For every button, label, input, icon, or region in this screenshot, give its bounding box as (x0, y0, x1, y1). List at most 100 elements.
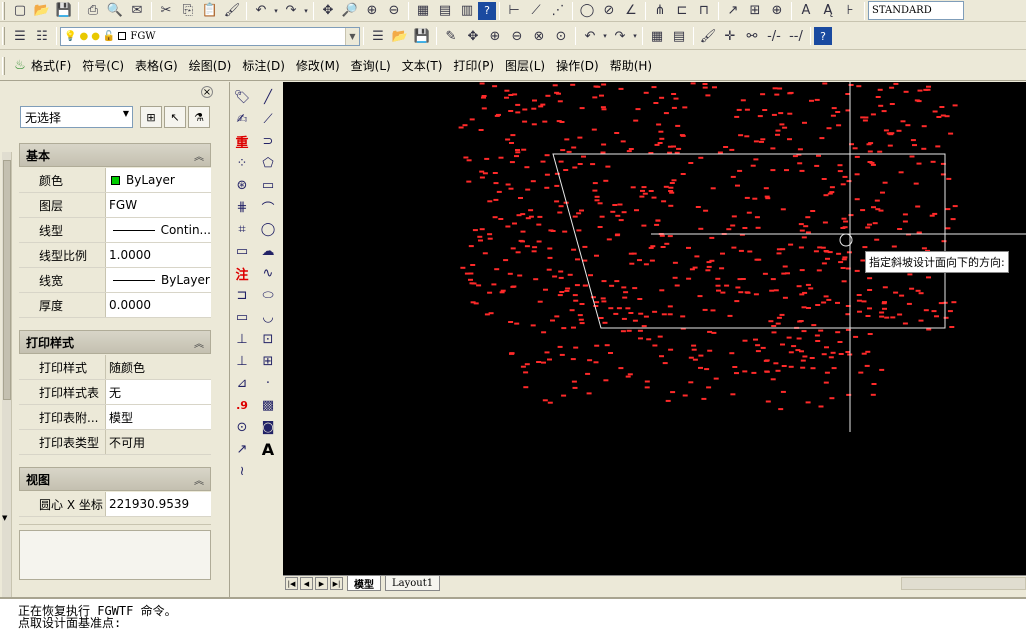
tool-palette-icon[interactable]: ▥ (456, 1, 478, 21)
drawing-canvas[interactable]: 指定斜坡设计面向下的方向: (283, 82, 1026, 575)
menu-operation[interactable]: 操作(D) (556, 57, 599, 74)
trim-icon[interactable]: -/- (763, 26, 785, 46)
layer-previous-icon[interactable]: ☷ (31, 26, 53, 46)
close-icon[interactable]: × (201, 86, 213, 98)
next-tab-icon[interactable]: ▶ (315, 577, 328, 590)
prev-tab-icon[interactable]: ◀ (300, 577, 313, 590)
quick-select-button[interactable]: ⚗ (188, 106, 210, 128)
publish-icon[interactable]: ✉ (126, 1, 148, 21)
dim-continue-icon[interactable]: ⊓ (693, 1, 715, 21)
align-icon[interactable]: ⋕ (231, 196, 253, 218)
redo-icon[interactable]: ↷ (609, 26, 631, 46)
make-block-icon[interactable]: ⊞ (257, 350, 279, 372)
zoom-in-icon[interactable]: ⊕ (484, 26, 506, 46)
dim-edit-icon[interactable]: A (795, 1, 817, 21)
dim-radius-icon[interactable]: ◯ (576, 1, 598, 21)
last-tab-icon[interactable]: ▶| (330, 577, 343, 590)
menu-modify[interactable]: 修改(M) (296, 57, 340, 74)
horizontal-scrollbar[interactable] (901, 577, 1026, 590)
grid-points-icon[interactable]: ⁘ (231, 152, 253, 174)
repeat-text-icon[interactable]: 重 (231, 130, 253, 152)
layer-manager-icon[interactable]: ☰ (9, 26, 31, 46)
prop-row-plot-table[interactable]: 打印样式表 无 (19, 380, 211, 405)
line-icon[interactable]: ╱ (257, 86, 279, 108)
dim-update-icon[interactable]: ⊦ (839, 1, 861, 21)
menu-text[interactable]: 文本(T) (402, 57, 443, 74)
annotate-icon[interactable]: 注 (231, 262, 253, 284)
undo-dropdown-icon[interactable]: ▾ (272, 1, 280, 21)
menu-table[interactable]: 表格(G) (135, 57, 178, 74)
ruler-icon[interactable]: ▭ (231, 240, 253, 262)
redo-icon[interactable]: ↷ (280, 1, 302, 21)
selection-combo[interactable]: 无选择 ▼ (20, 106, 133, 128)
menu-format[interactable]: 格式(F) (31, 57, 71, 74)
dim-linear-icon[interactable]: ⊢ (503, 1, 525, 21)
brush-icon[interactable]: 🖌 (697, 26, 719, 46)
block-icon[interactable]: ⌗ (231, 218, 253, 240)
pan-icon[interactable]: ✥ (317, 1, 339, 21)
prop-row-layer[interactable]: 图层 FGW (19, 193, 211, 218)
spline-icon[interactable]: ∿ (257, 262, 279, 284)
dim-aligned-icon[interactable]: ⟋ (525, 1, 547, 21)
design-center-icon[interactable]: ▤ (434, 1, 456, 21)
collapse-icon[interactable]: ︽ (194, 148, 204, 163)
construction-line-icon[interactable]: ⟋ (257, 108, 279, 130)
save-icon[interactable]: 💾 (53, 1, 75, 21)
collapse-icon[interactable]: ︽ (194, 335, 204, 350)
menu-draw[interactable]: 绘图(D) (189, 57, 232, 74)
ellipse-icon[interactable]: ⬭ (257, 284, 279, 306)
toolbar-grip[interactable] (2, 27, 5, 45)
tolerance-icon[interactable]: ⊞ (744, 1, 766, 21)
panel-scrollbar[interactable] (2, 152, 12, 597)
dim-ordinate-icon[interactable]: ⋰ (547, 1, 569, 21)
menu-dimension[interactable]: 标注(D) (242, 57, 285, 74)
tag-icon[interactable]: 🏷 (231, 86, 253, 108)
menu-help[interactable]: 帮助(H) (610, 57, 652, 74)
slope-icon[interactable]: ⊿ (231, 372, 253, 394)
first-tab-icon[interactable]: |◀ (285, 577, 298, 590)
command-line[interactable]: 正在恢复执行 FGWTF 命令。 点取设计面基准点: (0, 597, 1026, 641)
print-preview-icon[interactable]: 🔍 (104, 1, 126, 21)
polygon-icon[interactable]: ⬠ (257, 152, 279, 174)
section-view[interactable]: 视图 ︽ (19, 467, 211, 491)
section-basic[interactable]: 基本 ︽ (19, 143, 211, 167)
step-icon[interactable]: ⊐ (231, 284, 253, 306)
properties-icon[interactable]: ▦ (412, 1, 434, 21)
prop-row-center-x[interactable]: 圆心 X 坐标 221930.9539 (19, 492, 211, 517)
menu-layer[interactable]: 图层(L) (505, 57, 545, 74)
open-icon[interactable]: 📂 (389, 26, 411, 46)
leader-icon[interactable]: ↗ (722, 1, 744, 21)
quick-dim-icon[interactable]: ⋔ (649, 1, 671, 21)
extend-icon[interactable]: -‐/ (785, 26, 807, 46)
open-file-icon[interactable]: 📂 (31, 1, 53, 21)
tab-layout1[interactable]: Layout1 (385, 576, 441, 591)
layer-combo[interactable]: 💡 ● ● 🔓 FGW ▼ (60, 26, 360, 46)
insert-block-icon[interactable]: ⊡ (257, 328, 279, 350)
prop-row-lineweight[interactable]: 线宽 ByLayer (19, 268, 211, 293)
help-icon[interactable]: ? (814, 27, 832, 45)
print-icon[interactable]: ⎙ (82, 1, 104, 21)
edit-icon[interactable]: ✍ (231, 108, 253, 130)
zoom-extents-icon[interactable]: ⊙ (550, 26, 572, 46)
prop-row-plot-style[interactable]: 打印样式 随颜色 (19, 355, 211, 380)
zoom-realtime-icon[interactable]: 🔎 (339, 1, 361, 21)
mtext-icon[interactable]: A (257, 438, 279, 460)
new-file-icon[interactable]: ▢ (9, 1, 31, 21)
elevation-icon[interactable]: .9 (231, 394, 253, 416)
snap-icon[interactable]: ⚯ (741, 26, 763, 46)
prop-row-ltscale[interactable]: 线型比例 1.0000 (19, 243, 211, 268)
grid-icon[interactable]: ▤ (668, 26, 690, 46)
collapse-icon[interactable]: ︽ (194, 472, 204, 487)
ellipse-arc-icon[interactable]: ◡ (257, 306, 279, 328)
zoom-window-icon[interactable]: ⊕ (361, 1, 383, 21)
undo-dropdown-icon[interactable]: ▾ (601, 26, 609, 46)
scrollbar-thumb[interactable] (3, 160, 11, 400)
menubar-grip[interactable] (2, 56, 5, 75)
rectangle-icon[interactable]: ▭ (257, 174, 279, 196)
menu-print[interactable]: 打印(P) (453, 57, 494, 74)
hatch-icon[interactable]: ▩ (257, 394, 279, 416)
prop-row-plot-attached[interactable]: 打印表附... 模型 (19, 405, 211, 430)
dimension-ticks-icon[interactable]: ⊥ (231, 350, 253, 372)
arc-icon[interactable]: ⌒ (257, 196, 279, 218)
dim-text-edit-icon[interactable]: Ą (817, 1, 839, 21)
